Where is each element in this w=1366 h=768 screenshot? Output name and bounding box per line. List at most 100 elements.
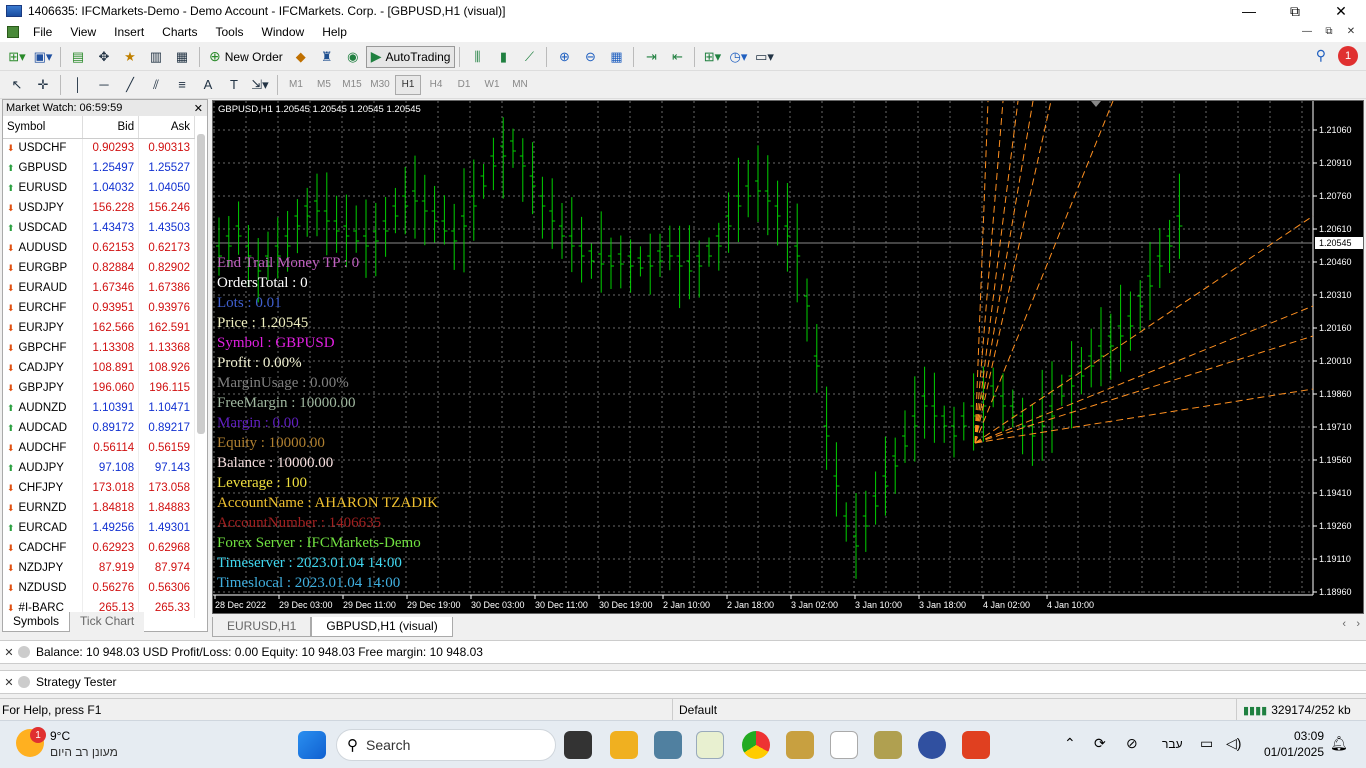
trendline-icon[interactable]: ╱ <box>119 74 141 96</box>
bid-price[interactable]: 1.04032 <box>82 178 140 198</box>
market-watch-row[interactable]: ⬇ USDJPY 156.228 156.246 <box>3 198 195 218</box>
channel-icon[interactable]: ⫽ <box>145 74 167 96</box>
symbol-cell[interactable]: ⬆ EURCAD <box>3 518 84 538</box>
sync-icon[interactable]: ⟳ <box>1094 735 1106 752</box>
symbol-cell[interactable]: ⬆ EURUSD <box>3 178 84 198</box>
ask-price[interactable]: 1.84883 <box>138 498 195 518</box>
tab-symbols[interactable]: Symbols <box>2 612 71 632</box>
bid-price[interactable]: 1.49256 <box>82 518 140 538</box>
ask-price[interactable]: 0.82902 <box>138 258 195 278</box>
text-icon[interactable]: A <box>197 74 219 96</box>
ask-price[interactable]: 1.43503 <box>138 218 195 238</box>
symbol-cell[interactable]: ⬇ AUDUSD <box>3 238 84 258</box>
bar-chart-icon[interactable]: ⫼ <box>466 46 488 68</box>
vertical-line-icon[interactable]: │ <box>67 74 89 96</box>
strategy-tester-icon[interactable]: ▦ <box>171 46 193 68</box>
chrome-icon[interactable] <box>742 731 770 759</box>
close-icon[interactable]: ✕ <box>0 646 18 659</box>
mdi-close-icon[interactable]: ✕ <box>1342 22 1360 40</box>
metatrader-icon[interactable] <box>696 731 724 759</box>
clock-date[interactable]: 01/01/2025 <box>1258 745 1324 759</box>
bid-price[interactable]: 173.018 <box>82 478 140 498</box>
market-watch-row[interactable]: ⬆ USDCAD 1.43473 1.43503 <box>3 218 195 238</box>
indicators-icon[interactable]: ⊞▾ <box>701 46 723 68</box>
market-watch-row[interactable]: ⬇ GBPCHF 1.13308 1.13368 <box>3 338 195 358</box>
network-icon[interactable]: ⊘ <box>1126 735 1138 752</box>
horizontal-line-icon[interactable]: ─ <box>93 74 115 96</box>
tf-m30[interactable]: M30 <box>367 75 393 95</box>
bid-price[interactable]: 0.62153 <box>82 238 140 258</box>
close-button[interactable]: ✕ <box>1318 0 1364 22</box>
menu-view[interactable]: View <box>61 25 105 39</box>
close-icon[interactable]: ✕ <box>0 676 18 689</box>
mdi-minimize-icon[interactable]: — <box>1298 22 1316 40</box>
arrows-icon[interactable]: ⇲▾ <box>249 74 271 96</box>
market-watch-row[interactable]: ⬇ EURCHF 0.93951 0.93976 <box>3 298 195 318</box>
new-chart-icon[interactable]: ⊞▾ <box>6 46 28 68</box>
ask-price[interactable]: 87.974 <box>138 558 195 578</box>
symbol-cell[interactable]: ⬇ EURJPY <box>3 318 84 338</box>
symbol-cell[interactable]: ⬇ AUDCHF <box>3 438 84 458</box>
chevron-up-icon[interactable]: ⌃ <box>1064 735 1076 752</box>
ask-price[interactable]: 173.058 <box>138 478 195 498</box>
auto-scroll-icon[interactable]: ⇥ <box>640 46 662 68</box>
clock-time[interactable]: 03:09 <box>1266 729 1324 743</box>
market-watch-row[interactable]: ⬆ AUDNZD 1.10391 1.10471 <box>3 398 195 418</box>
bid-price[interactable]: 0.56276 <box>82 578 140 598</box>
menu-tools[interactable]: Tools <box>207 25 253 39</box>
market-watch-row[interactable]: ⬆ EURUSD 1.04032 1.04050 <box>3 178 195 198</box>
market-watch-row[interactable]: ⬆ GBPUSD 1.25497 1.25527 <box>3 158 195 178</box>
tab-eurusd-h1[interactable]: EURUSD,H1 <box>212 617 312 637</box>
symbol-cell[interactable]: ⬆ AUDCAD <box>3 418 84 438</box>
tf-m1[interactable]: M1 <box>283 75 309 95</box>
menu-file[interactable]: File <box>24 25 61 39</box>
bid-price[interactable]: 1.13308 <box>82 338 140 358</box>
market-watch-row[interactable]: ⬇ AUDUSD 0.62153 0.62173 <box>3 238 195 258</box>
crosshair-icon[interactable]: ✛ <box>32 74 54 96</box>
navigator-icon[interactable]: ★ <box>119 46 141 68</box>
restore-button[interactable]: ⧉ <box>1272 0 1318 22</box>
market-watch-row[interactable]: ⬇ CADJPY 108.891 108.926 <box>3 358 195 378</box>
display-icon[interactable]: ▭ <box>1200 735 1213 752</box>
col-bid[interactable]: Bid <box>82 116 140 139</box>
autotrading-button[interactable]: ▶ AutoTrading <box>365 45 456 68</box>
ask-price[interactable]: 0.62968 <box>138 538 195 558</box>
task-view-icon[interactable] <box>564 731 592 759</box>
app-icon[interactable] <box>874 731 902 759</box>
bid-price[interactable]: 0.62923 <box>82 538 140 558</box>
search-icon[interactable]: ⚲ <box>1316 47 1326 64</box>
symbol-cell[interactable]: ⬇ CHFJPY <box>3 478 84 498</box>
zoom-in-icon[interactable]: ⊕ <box>553 46 575 68</box>
cursor-icon[interactable]: ↖ <box>6 74 28 96</box>
market-watch-row[interactable]: ⬆ AUDCAD 0.89172 0.89217 <box>3 418 195 438</box>
periods-icon[interactable]: ◷▾ <box>727 46 749 68</box>
ask-price[interactable]: 162.591 <box>138 318 195 338</box>
ask-price[interactable]: 1.67386 <box>138 278 195 298</box>
fibonacci-icon[interactable]: ≡ <box>171 74 193 96</box>
volume-icon[interactable]: ◁) <box>1226 735 1241 752</box>
menu-window[interactable]: Window <box>253 25 314 39</box>
ask-price[interactable]: 1.13368 <box>138 338 195 358</box>
symbol-cell[interactable]: ⬇ GBPCHF <box>3 338 84 358</box>
market-watch-icon[interactable]: ▤ <box>67 46 89 68</box>
bid-price[interactable]: 1.10391 <box>82 398 140 418</box>
metaeditor-icon[interactable]: ◆ <box>290 46 312 68</box>
language-indicator[interactable]: עבר <box>1162 737 1183 751</box>
ask-price[interactable]: 0.90313 <box>138 138 195 158</box>
close-icon[interactable]: ✕ <box>194 102 203 115</box>
symbol-cell[interactable]: ⬇ EURAUD <box>3 278 84 298</box>
notification-badge[interactable]: 1 <box>1338 46 1358 66</box>
bid-price[interactable]: 1.25497 <box>82 158 140 178</box>
symbol-cell[interactable]: ⬆ AUDJPY <box>3 458 84 478</box>
market-watch-row[interactable]: ⬇ AUDCHF 0.56114 0.56159 <box>3 438 195 458</box>
market-watch-row[interactable]: ⬇ CADCHF 0.62923 0.62968 <box>3 538 195 558</box>
strategy-tester-label[interactable]: Strategy Tester <box>36 675 116 689</box>
market-watch-row[interactable]: ⬇ CHFJPY 173.018 173.058 <box>3 478 195 498</box>
bid-price[interactable]: 87.919 <box>82 558 140 578</box>
templates-icon[interactable]: ▭▾ <box>753 46 775 68</box>
terminal-icon[interactable]: ▥ <box>145 46 167 68</box>
tf-h4[interactable]: H4 <box>423 75 449 95</box>
start-icon[interactable] <box>298 731 326 759</box>
col-symbol[interactable]: Symbol <box>3 116 84 139</box>
bid-price[interactable]: 196.060 <box>82 378 140 398</box>
